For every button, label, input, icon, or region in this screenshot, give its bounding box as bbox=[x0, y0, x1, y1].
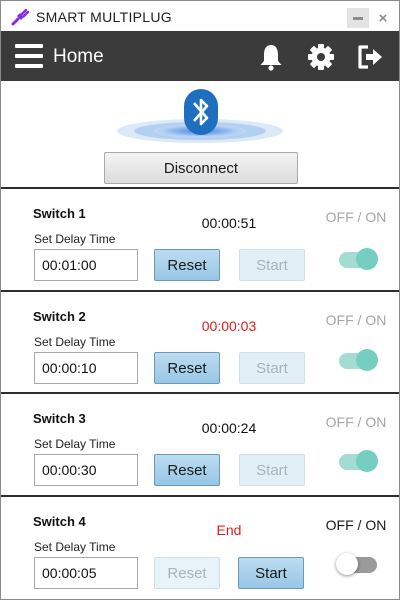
bluetooth-section: Disconnect bbox=[1, 81, 399, 187]
set-delay-label: Set Delay Time bbox=[34, 540, 116, 554]
delay-time-input[interactable]: 00:00:10 bbox=[34, 352, 138, 384]
reset-button[interactable]: Reset bbox=[154, 557, 220, 589]
toggle-knob bbox=[356, 349, 378, 371]
off-on-label: OFF / ON bbox=[325, 517, 387, 533]
plug-icon bbox=[11, 8, 30, 26]
title-bar: SMART MULTIPLUG × bbox=[1, 1, 399, 31]
toggle-knob bbox=[356, 248, 378, 270]
power-toggle[interactable] bbox=[339, 248, 378, 270]
reset-button[interactable]: Reset bbox=[154, 352, 220, 384]
toggle-knob bbox=[356, 450, 378, 472]
delay-time-input[interactable]: 00:00:05 bbox=[34, 557, 138, 589]
toggle-knob bbox=[336, 553, 358, 575]
disconnect-button[interactable]: Disconnect bbox=[104, 152, 298, 184]
countdown-timer: 00:00:03 bbox=[201, 318, 257, 334]
bell-icon[interactable] bbox=[256, 42, 286, 72]
page-title: Home bbox=[53, 46, 104, 67]
countdown-timer: End bbox=[216, 522, 242, 538]
minimize-button[interactable] bbox=[347, 8, 369, 28]
power-toggle[interactable] bbox=[339, 450, 378, 472]
countdown-timer: 00:00:24 bbox=[201, 420, 257, 436]
set-delay-label: Set Delay Time bbox=[34, 437, 116, 451]
delay-time-input[interactable]: 00:01:00 bbox=[34, 249, 138, 281]
delay-time-input[interactable]: 00:00:30 bbox=[34, 454, 138, 486]
bluetooth-icon bbox=[184, 89, 218, 135]
switch-panel-4: Switch 4 End OFF / ON Set Delay Time 00:… bbox=[1, 495, 399, 598]
switch-panel-3: Switch 3 00:00:24 OFF / ON Set Delay Tim… bbox=[1, 392, 399, 495]
start-button[interactable]: Start bbox=[239, 352, 305, 384]
menu-icon[interactable] bbox=[15, 44, 43, 68]
switch-panel-1: Switch 1 00:00:51 OFF / ON Set Delay Tim… bbox=[1, 187, 399, 290]
switch-name: Switch 2 bbox=[33, 309, 86, 324]
switch-panel-2: Switch 2 00:00:03 OFF / ON Set Delay Tim… bbox=[1, 290, 399, 393]
start-button[interactable]: Start bbox=[239, 249, 305, 281]
app-header: Home bbox=[1, 31, 399, 81]
window-title: SMART MULTIPLUG bbox=[36, 9, 172, 25]
off-on-label: OFF / ON bbox=[325, 414, 387, 430]
switch-name: Switch 4 bbox=[33, 514, 86, 529]
start-button[interactable]: Start bbox=[238, 557, 304, 589]
countdown-timer: 00:00:51 bbox=[201, 215, 257, 231]
close-button[interactable]: × bbox=[372, 8, 394, 28]
gear-icon[interactable] bbox=[306, 42, 336, 72]
logout-icon[interactable] bbox=[355, 42, 385, 72]
start-button[interactable]: Start bbox=[239, 454, 305, 486]
minimize-icon bbox=[353, 16, 363, 20]
power-toggle[interactable] bbox=[336, 553, 377, 575]
set-delay-label: Set Delay Time bbox=[34, 232, 116, 246]
switch-name: Switch 1 bbox=[33, 206, 86, 221]
off-on-label: OFF / ON bbox=[325, 312, 387, 328]
set-delay-label: Set Delay Time bbox=[34, 335, 116, 349]
power-toggle[interactable] bbox=[339, 349, 378, 371]
off-on-label: OFF / ON bbox=[325, 209, 387, 225]
app-window: SMART MULTIPLUG × Home Disconnect Switch… bbox=[0, 0, 400, 600]
switch-name: Switch 3 bbox=[33, 411, 86, 426]
reset-button[interactable]: Reset bbox=[154, 454, 220, 486]
reset-button[interactable]: Reset bbox=[154, 249, 220, 281]
